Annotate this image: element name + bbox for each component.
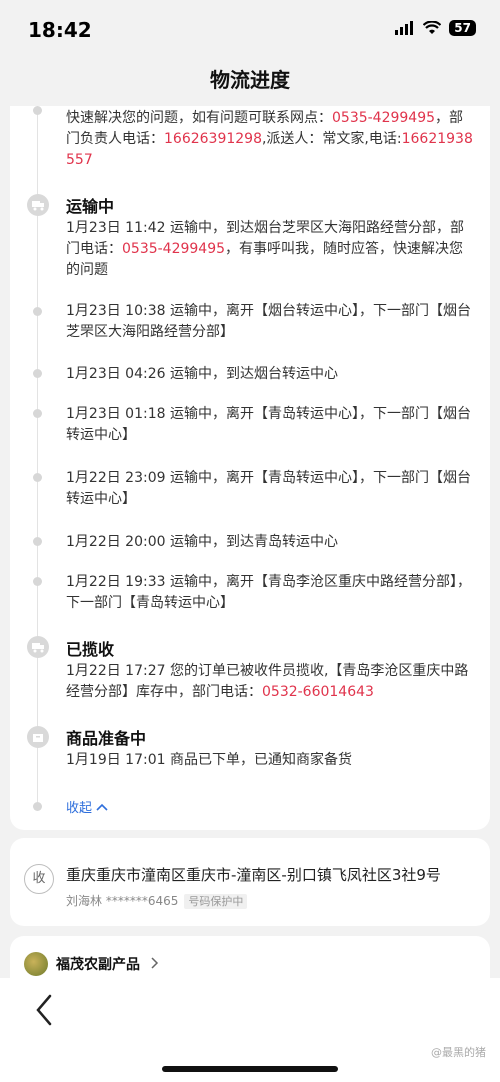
- phone-link[interactable]: 0532-66014643: [262, 684, 374, 700]
- timeline-dot: [33, 473, 42, 482]
- watermark: @最黑的猪: [431, 1046, 486, 1059]
- phone-link[interactable]: 0535-4299495: [332, 110, 435, 126]
- timeline-dot: [33, 369, 42, 378]
- timeline-entry: 1月22日 19:33 运输中，离开【青岛李沧区重庆中路经营分部】，下一部门【青…: [66, 574, 471, 611]
- truck-icon: [27, 636, 49, 658]
- address-card[interactable]: 收 重庆重庆市潼南区重庆市-潼南区-别口镇飞凤社区3社9号 刘海林 ******…: [10, 838, 490, 926]
- home-indicator: [162, 1066, 338, 1072]
- chevron-right-icon: [151, 957, 158, 969]
- timeline-entry: 1月22日 20:00 运输中，到达青岛转运中心: [66, 534, 338, 550]
- timeline-entry-top: 快速解决您的问题，如有问题可联系网点：0535-4299495，部门负责人电话：…: [66, 110, 473, 168]
- status-time: 18:42: [28, 18, 92, 42]
- timeline-entry: 1月22日 23:09 运输中，离开【青岛转运中心】，下一部门【烟台转运中心】: [66, 470, 471, 507]
- collapse-button[interactable]: 收起: [66, 797, 108, 816]
- receiver-info: 刘海林 *******6465 号码保护中: [66, 892, 248, 909]
- status-title-picked: 已揽收: [66, 640, 115, 659]
- timeline-entry: 1月23日 01:18 运输中，离开【青岛转运中心】，下一部门【烟台转运中心】: [66, 406, 471, 443]
- timeline-entry: 1月23日 10:38 运输中，离开【烟台转运中心】，下一部门【烟台芝罘区大海阳…: [66, 303, 471, 340]
- chevron-up-icon: [96, 803, 108, 811]
- wifi-icon: [423, 21, 442, 34]
- timeline-dot: [33, 577, 42, 586]
- status-title-transit: 运输中: [66, 197, 115, 216]
- phone-protection-tag: 号码保护中: [184, 894, 248, 909]
- status-title-preparing: 商品准备中: [66, 729, 147, 748]
- signal-icon: [395, 21, 414, 35]
- timeline-entry: 1月23日 11:42 运输中，到达烟台芝罘区大海阳路经营分部，部门电话：053…: [66, 220, 464, 278]
- timeline-dot: [33, 537, 42, 546]
- phone-link[interactable]: 16626391298: [164, 131, 262, 147]
- back-icon[interactable]: [30, 990, 60, 1030]
- shop-name: 福茂农副产品: [56, 954, 159, 974]
- nav-bar: 物流进度: [0, 62, 500, 106]
- page-title: 物流进度: [210, 68, 290, 92]
- timeline-dot: [33, 307, 42, 316]
- timeline-dot: [33, 106, 42, 115]
- address-text: 重庆重庆市潼南区重庆市-潼南区-别口镇飞凤社区3社9号: [66, 866, 441, 884]
- status-icons: 57: [395, 20, 476, 36]
- status-bar: 18:42 57: [0, 0, 500, 62]
- shop-avatar: [24, 952, 48, 976]
- timeline-entry: 1月19日 17:01 商品已下单，已通知商家备货: [66, 752, 352, 768]
- timeline-entry: 1月22日 17:27 您的订单已被收件员揽收,【青岛李沧区重庆中路经营分部】库…: [66, 663, 469, 700]
- timeline-dot: [33, 409, 42, 418]
- receiver-badge: 收: [24, 864, 54, 894]
- phone-link[interactable]: 0535-4299495: [122, 241, 225, 257]
- battery-icon: 57: [449, 20, 476, 36]
- timeline-dot: [33, 802, 42, 811]
- box-icon: [27, 726, 49, 748]
- timeline-entry: 1月23日 04:26 运输中，到达烟台转运中心: [66, 366, 338, 382]
- timeline-card: 快速解决您的问题，如有问题可联系网点：0535-4299495，部门负责人电话：…: [10, 106, 490, 830]
- receiver-name-phone: 刘海林 *******6465: [66, 894, 179, 908]
- truck-icon: [27, 194, 49, 216]
- bottom-bar: @最黑的猪: [0, 978, 500, 1082]
